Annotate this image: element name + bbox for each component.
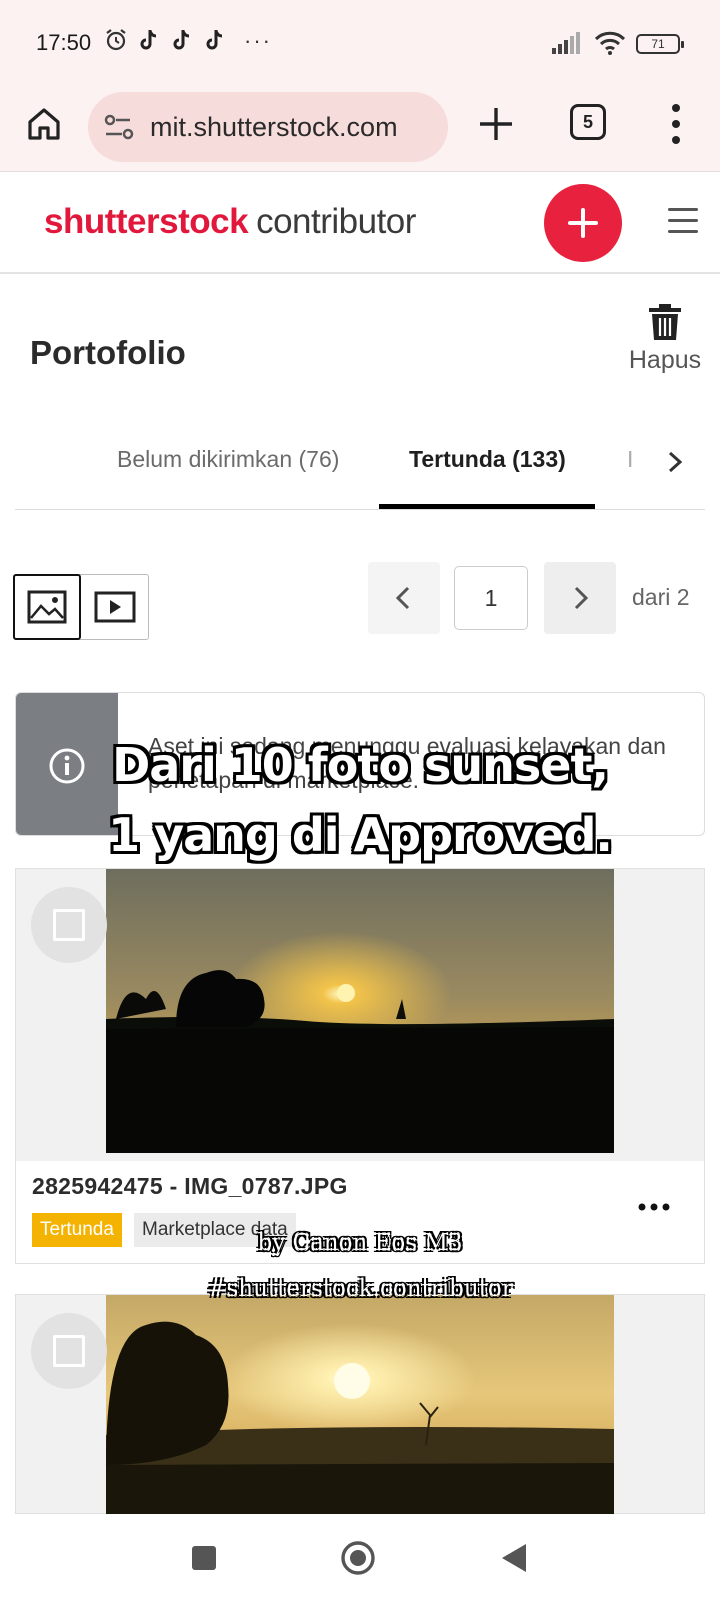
asset-filename: 2825942475 - IMG_0787.JPG xyxy=(32,1173,348,1199)
tiktok-icon xyxy=(206,30,223,50)
more-options-icon[interactable] xyxy=(634,1197,674,1217)
video-filter-button[interactable] xyxy=(82,575,149,639)
page-total: dari 2 xyxy=(632,584,690,610)
prev-page-button[interactable] xyxy=(368,562,440,634)
site-header: shutterstock contributor xyxy=(0,172,720,274)
asset-card[interactable]: 2825942475 - IMG_0787.JPG Tertunda Marke… xyxy=(15,868,705,1264)
home-nav-icon[interactable] xyxy=(340,1540,376,1576)
menu-icon[interactable] xyxy=(668,208,698,234)
logo-brand: shutterstock xyxy=(44,202,249,241)
tab-not-submitted[interactable]: Belum dikirimkan (76) xyxy=(117,446,339,473)
site-settings-icon[interactable] xyxy=(102,112,138,142)
chevron-right-icon xyxy=(574,586,589,610)
asset-thumbnail[interactable] xyxy=(106,869,614,1153)
video-caption-line-1: Dari 10 foto sunset, xyxy=(112,738,609,792)
select-checkbox[interactable] xyxy=(31,887,107,963)
browser-menu-icon[interactable] xyxy=(664,100,688,148)
next-page-button[interactable] xyxy=(544,562,616,634)
delete-button[interactable]: Hapus xyxy=(620,304,710,375)
home-icon[interactable] xyxy=(24,104,64,144)
upload-button[interactable] xyxy=(544,184,622,262)
tiktok-icon xyxy=(140,30,157,50)
chevron-right-icon[interactable] xyxy=(665,450,685,474)
watermark-hashtag: #shutterstock.contributor xyxy=(207,1276,513,1302)
active-tab-indicator xyxy=(379,504,595,509)
page-title: Portofolio xyxy=(30,334,186,371)
clock: 17:50 xyxy=(36,30,92,55)
status-tabs: Belum dikirimkan (76) Tertunda (133) I xyxy=(15,430,705,510)
alarm-icon xyxy=(106,29,126,51)
browser-toolbar: mit.shutterstock.com 5 xyxy=(0,88,720,172)
watermark-camera: by Canon Eos M3 xyxy=(257,1230,463,1256)
video-caption-line-2: 1 yang di Approved. xyxy=(108,808,613,862)
asset-card[interactable] xyxy=(15,1294,705,1515)
recents-icon[interactable] xyxy=(190,1544,218,1572)
chevron-left-icon xyxy=(395,586,410,610)
battery-icon: 71 xyxy=(636,34,684,54)
signal-icon xyxy=(552,32,580,54)
back-icon[interactable] xyxy=(500,1542,528,1574)
more-notifications-icon: ··· xyxy=(244,28,272,53)
address-bar[interactable]: mit.shutterstock.com xyxy=(88,92,448,162)
asset-thumbnail[interactable] xyxy=(106,1295,614,1515)
tab-pending[interactable]: Tertunda (133) xyxy=(409,446,566,473)
wifi-icon xyxy=(594,31,626,55)
status-bar: 17:50 ··· 71 xyxy=(0,0,720,88)
select-checkbox[interactable] xyxy=(31,1313,107,1389)
video-icon xyxy=(94,591,136,623)
tab-switcher-button[interactable]: 5 xyxy=(570,104,606,140)
url-text[interactable]: mit.shutterstock.com xyxy=(150,112,398,143)
tab-next-partial[interactable]: I xyxy=(627,446,633,473)
logo-sub: contributor xyxy=(256,202,416,241)
page-number-input[interactable]: 1 xyxy=(454,566,528,630)
new-tab-icon[interactable] xyxy=(474,102,518,146)
sunset-photo xyxy=(106,869,614,1153)
system-navigation-bar xyxy=(0,1514,720,1600)
sunset-photo xyxy=(106,1295,614,1515)
image-filter-button[interactable] xyxy=(13,574,81,640)
media-type-toggle xyxy=(13,574,149,640)
tiktok-icon xyxy=(173,30,190,50)
delete-label: Hapus xyxy=(628,346,702,374)
shutterstock-logo[interactable]: shutterstock contributor xyxy=(44,202,416,242)
image-icon xyxy=(27,590,67,624)
trash-icon xyxy=(649,304,681,340)
